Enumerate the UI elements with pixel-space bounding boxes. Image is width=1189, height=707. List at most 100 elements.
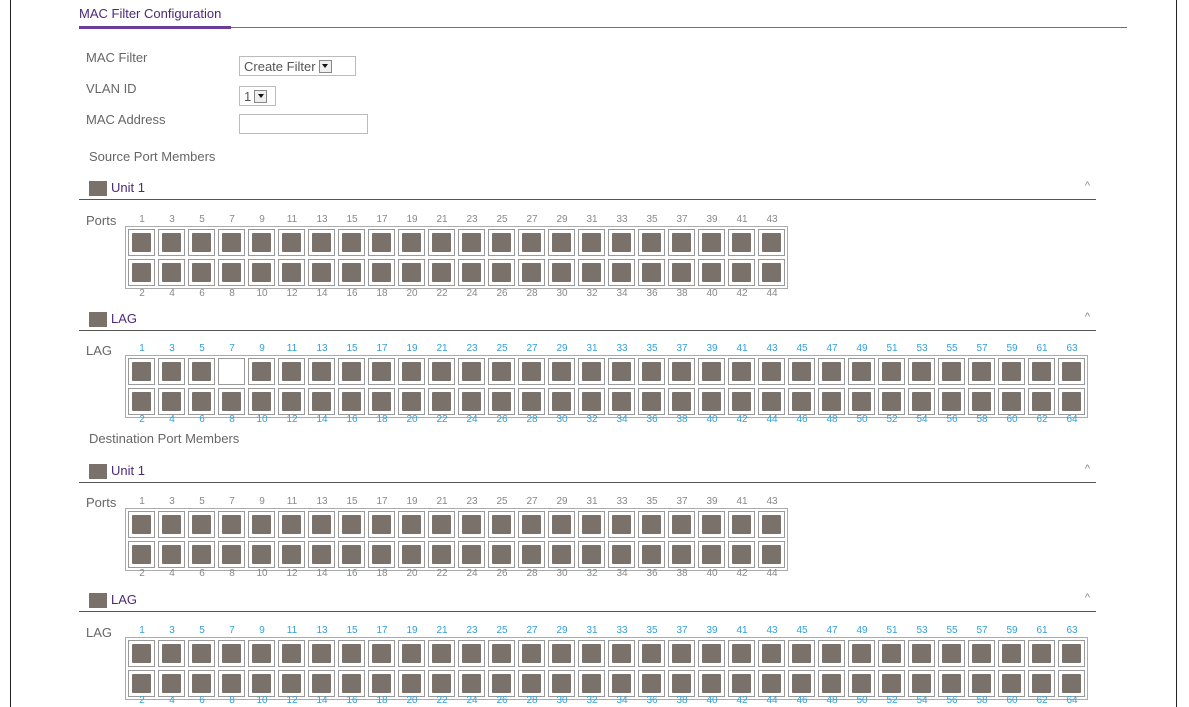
port-11[interactable] — [278, 511, 305, 538]
port-10[interactable] — [248, 259, 275, 286]
port-8[interactable] — [218, 541, 245, 568]
port-25[interactable] — [488, 358, 515, 385]
port-4[interactable] — [158, 541, 185, 568]
port-23[interactable] — [458, 229, 485, 256]
port-12[interactable] — [278, 541, 305, 568]
port-42[interactable] — [728, 541, 755, 568]
port-59[interactable] — [998, 358, 1025, 385]
port-35[interactable] — [638, 358, 665, 385]
source-lag-header[interactable]: LAG ^ — [79, 309, 1096, 333]
port-55[interactable] — [938, 358, 965, 385]
port-52[interactable] — [878, 670, 905, 697]
destination-unit-header[interactable]: Unit 1 ^ — [79, 461, 1096, 485]
port-32[interactable] — [578, 541, 605, 568]
port-15[interactable] — [338, 229, 365, 256]
port-20[interactable] — [398, 541, 425, 568]
port-5[interactable] — [188, 640, 215, 667]
port-13[interactable] — [308, 229, 335, 256]
port-53[interactable] — [908, 358, 935, 385]
port-42[interactable] — [728, 670, 755, 697]
port-1[interactable] — [128, 229, 155, 256]
port-33[interactable] — [608, 358, 635, 385]
port-22[interactable] — [428, 388, 455, 415]
port-30[interactable] — [548, 259, 575, 286]
port-56[interactable] — [938, 670, 965, 697]
port-31[interactable] — [578, 358, 605, 385]
port-50[interactable] — [848, 670, 875, 697]
port-37[interactable] — [668, 511, 695, 538]
port-37[interactable] — [668, 358, 695, 385]
port-49[interactable] — [848, 640, 875, 667]
port-18[interactable] — [368, 541, 395, 568]
port-26[interactable] — [488, 670, 515, 697]
port-4[interactable] — [158, 259, 185, 286]
port-38[interactable] — [668, 670, 695, 697]
port-22[interactable] — [428, 541, 455, 568]
port-28[interactable] — [518, 670, 545, 697]
port-44[interactable] — [758, 259, 785, 286]
port-21[interactable] — [428, 358, 455, 385]
port-33[interactable] — [608, 640, 635, 667]
port-50[interactable] — [848, 388, 875, 415]
port-19[interactable] — [398, 511, 425, 538]
port-32[interactable] — [578, 259, 605, 286]
port-5[interactable] — [188, 511, 215, 538]
port-20[interactable] — [398, 388, 425, 415]
port-10[interactable] — [248, 388, 275, 415]
port-11[interactable] — [278, 229, 305, 256]
port-45[interactable] — [788, 358, 815, 385]
port-58[interactable] — [968, 388, 995, 415]
port-54[interactable] — [908, 670, 935, 697]
chevron-up-icon[interactable]: ^ — [1085, 463, 1090, 475]
port-26[interactable] — [488, 259, 515, 286]
port-53[interactable] — [908, 640, 935, 667]
port-43[interactable] — [758, 358, 785, 385]
port-40[interactable] — [698, 388, 725, 415]
port-33[interactable] — [608, 511, 635, 538]
port-57[interactable] — [968, 358, 995, 385]
port-1[interactable] — [128, 640, 155, 667]
port-17[interactable] — [368, 511, 395, 538]
port-35[interactable] — [638, 511, 665, 538]
port-23[interactable] — [458, 640, 485, 667]
port-23[interactable] — [458, 358, 485, 385]
port-59[interactable] — [998, 640, 1025, 667]
port-13[interactable] — [308, 511, 335, 538]
port-5[interactable] — [188, 358, 215, 385]
port-3[interactable] — [158, 229, 185, 256]
port-10[interactable] — [248, 541, 275, 568]
port-14[interactable] — [308, 670, 335, 697]
port-60[interactable] — [998, 670, 1025, 697]
port-31[interactable] — [578, 229, 605, 256]
port-16[interactable] — [338, 259, 365, 286]
port-29[interactable] — [548, 640, 575, 667]
port-54[interactable] — [908, 388, 935, 415]
port-7[interactable] — [218, 229, 245, 256]
port-43[interactable] — [758, 511, 785, 538]
port-6[interactable] — [188, 259, 215, 286]
port-8[interactable] — [218, 388, 245, 415]
port-16[interactable] — [338, 541, 365, 568]
source-unit-header[interactable]: Unit 1 ^ — [79, 178, 1096, 202]
port-41[interactable] — [728, 229, 755, 256]
port-47[interactable] — [818, 358, 845, 385]
port-24[interactable] — [458, 388, 485, 415]
port-32[interactable] — [578, 388, 605, 415]
port-38[interactable] — [668, 541, 695, 568]
port-9[interactable] — [248, 640, 275, 667]
port-34[interactable] — [608, 259, 635, 286]
port-31[interactable] — [578, 511, 605, 538]
port-29[interactable] — [548, 229, 575, 256]
port-5[interactable] — [188, 229, 215, 256]
port-24[interactable] — [458, 670, 485, 697]
port-37[interactable] — [668, 640, 695, 667]
port-21[interactable] — [428, 640, 455, 667]
port-39[interactable] — [698, 229, 725, 256]
port-19[interactable] — [398, 640, 425, 667]
port-28[interactable] — [518, 541, 545, 568]
destination-lag-header[interactable]: LAG ^ — [79, 590, 1096, 614]
port-12[interactable] — [278, 259, 305, 286]
port-4[interactable] — [158, 388, 185, 415]
port-24[interactable] — [458, 541, 485, 568]
port-8[interactable] — [218, 259, 245, 286]
